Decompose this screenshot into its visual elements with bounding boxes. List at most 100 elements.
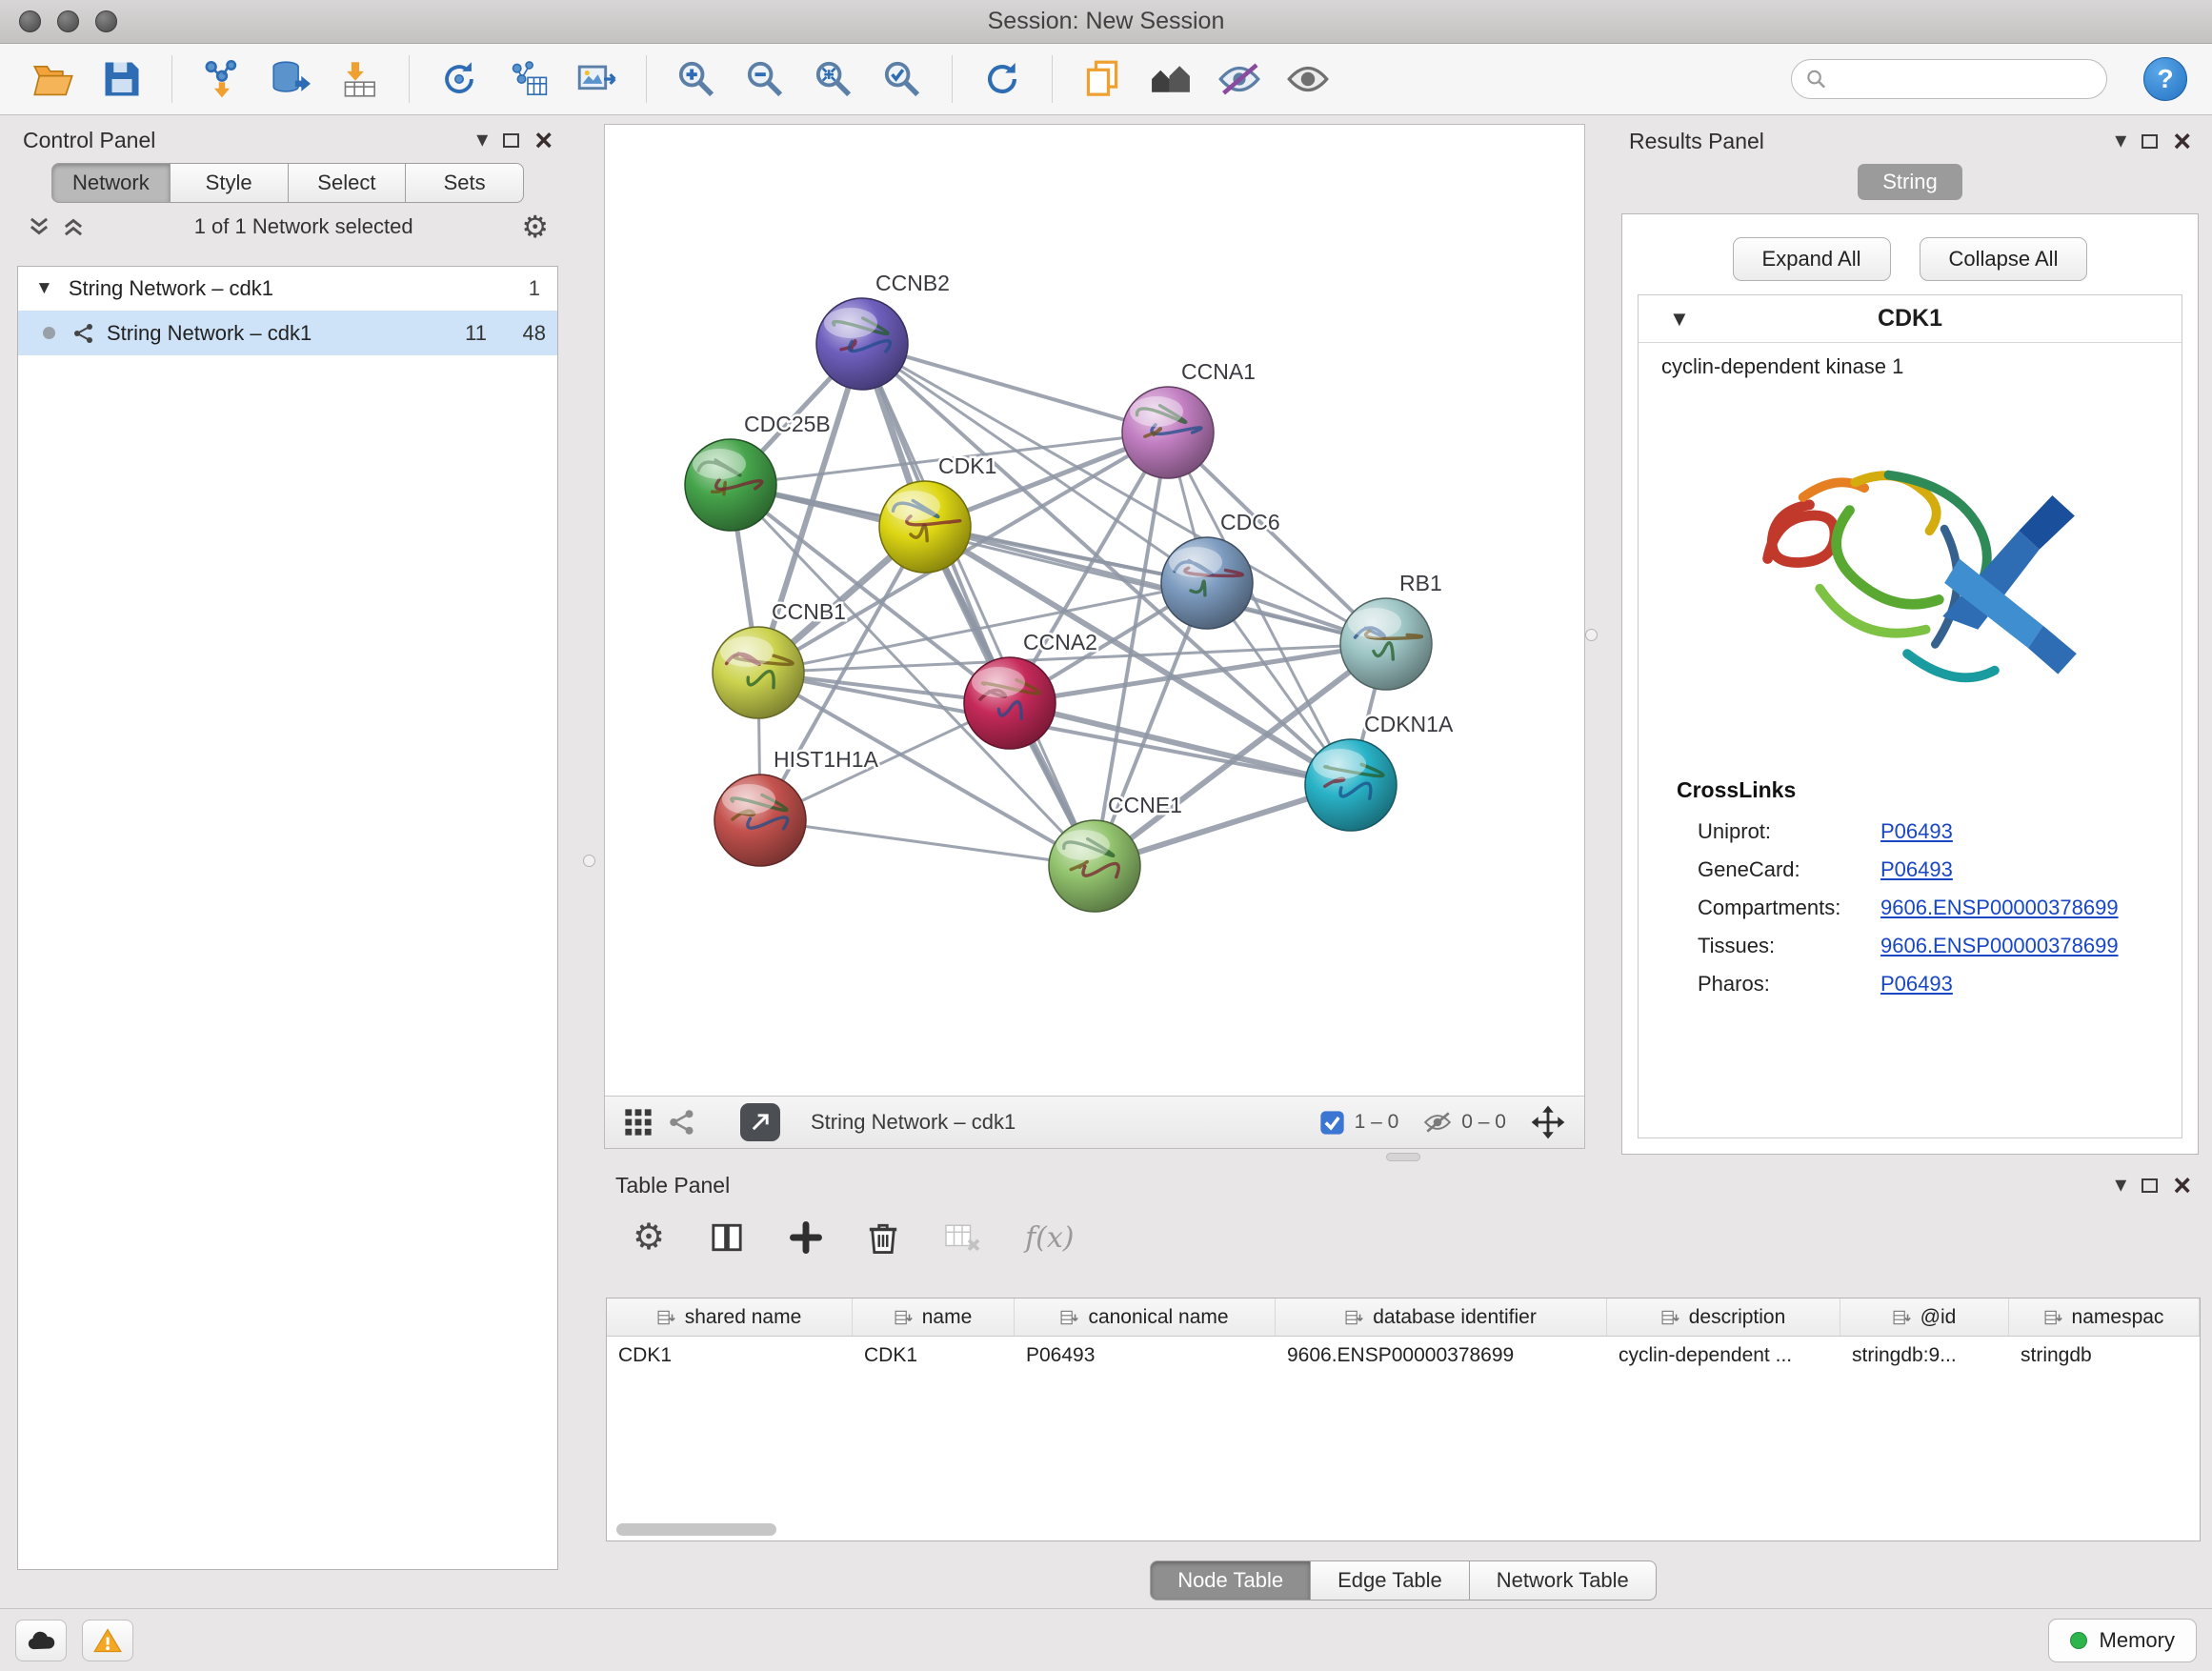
create-column-plus-icon[interactable]	[789, 1220, 823, 1255]
horizontal-splitter-handle[interactable]	[1386, 1153, 1420, 1161]
import-table-button[interactable]	[331, 50, 388, 108]
crosslink-value[interactable]: 9606.ENSP00000378699	[1880, 934, 2119, 958]
horizontal-scrollbar[interactable]	[616, 1523, 776, 1536]
network-node-CDKN1A[interactable]: CDKN1A	[1305, 712, 1454, 831]
crosslink-value[interactable]: 9606.ENSP00000378699	[1880, 896, 2119, 920]
memory-button[interactable]: Memory	[2048, 1619, 2197, 1662]
show-annotations-button[interactable]	[1279, 50, 1337, 108]
detach-view-button[interactable]	[740, 1103, 780, 1141]
column-header-shared-name[interactable]: shared name	[607, 1299, 853, 1336]
graphics-details-button[interactable]	[1142, 50, 1199, 108]
panel-menu-icon[interactable]: ▾	[2115, 1174, 2126, 1197]
refresh-view-button[interactable]	[974, 50, 1031, 108]
node-table: shared namenamecanonical namedatabase id…	[606, 1298, 2201, 1541]
right-splitter-handle[interactable]	[1585, 629, 1598, 641]
network-edge-CCNE1-HIST1H1A[interactable]	[760, 820, 1095, 866]
crosslink-value[interactable]: P06493	[1880, 819, 1953, 844]
zoom-in-button[interactable]	[668, 50, 725, 108]
table-row[interactable]: CDK1CDK1P064939606.ENSP00000378699cyclin…	[607, 1337, 2200, 1375]
show-columns-icon[interactable]	[709, 1221, 745, 1254]
network-node-RB1[interactable]: RB1	[1340, 571, 1442, 690]
collapse-all-button[interactable]: Collapse All	[1920, 237, 2088, 281]
tab-network-table[interactable]: Network Table	[1470, 1560, 1657, 1601]
network-selection-status: 1 of 1 Network selected	[95, 214, 512, 239]
tab-node-table[interactable]: Node Table	[1150, 1560, 1311, 1601]
network-row-selected[interactable]: String Network – cdk1 11 48	[18, 311, 557, 355]
help-button[interactable]: ?	[2143, 57, 2187, 101]
tab-sets[interactable]: Sets	[406, 163, 524, 203]
warnings-button[interactable]	[82, 1620, 133, 1661]
network-collection-row[interactable]: ▼ String Network – cdk1 1	[18, 267, 557, 311]
collection-count: 1	[529, 276, 540, 301]
network-node-CDK1[interactable]: CDK1	[879, 453, 996, 573]
column-header-namespac[interactable]: namespac	[2009, 1299, 2200, 1336]
crosslink-value[interactable]: P06493	[1880, 857, 1953, 882]
export-image-button[interactable]	[568, 50, 625, 108]
node-label-HIST1H1A: HIST1H1A	[774, 747, 879, 772]
tab-string[interactable]: String	[1858, 164, 1961, 200]
network-edge-CCNB2-CCNE1[interactable]	[862, 344, 1095, 866]
network-view-toolbar: String Network – cdk1 1 – 0 0 – 0	[605, 1096, 1584, 1148]
close-panel-icon[interactable]: ×	[2173, 126, 2191, 156]
save-disk-icon	[100, 59, 144, 99]
protein-section-header[interactable]: ▼ CDK1	[1639, 295, 2182, 343]
network-arrows-icon	[437, 59, 481, 99]
tree-caret-icon[interactable]: ▼	[35, 278, 53, 299]
import-network-database-button[interactable]	[262, 50, 319, 108]
main-toolbar: ?	[0, 44, 2212, 115]
hidden-eye-slash-icon[interactable]	[1423, 1110, 1452, 1135]
float-panel-icon[interactable]	[503, 133, 519, 148]
float-panel-icon[interactable]	[2142, 134, 2158, 149]
close-window-button[interactable]	[19, 10, 41, 32]
search-input[interactable]	[1835, 68, 2093, 91]
network-refresh-button[interactable]	[431, 50, 488, 108]
search-field[interactable]	[1791, 59, 2107, 99]
delete-column-trash-icon[interactable]	[867, 1219, 899, 1256]
tab-style[interactable]: Style	[171, 163, 289, 203]
save-session-button[interactable]	[93, 50, 151, 108]
panel-menu-icon[interactable]: ▾	[476, 129, 488, 151]
cloud-status-button[interactable]	[15, 1620, 67, 1661]
close-panel-icon[interactable]: ×	[534, 125, 553, 155]
close-panel-icon[interactable]: ×	[2173, 1170, 2191, 1200]
selected-checkbox-icon[interactable]	[1319, 1110, 1345, 1136]
birds-eye-grid-icon[interactable]	[624, 1108, 653, 1137]
network-node-CCNA1[interactable]: CCNA1	[1122, 359, 1256, 478]
network-node-HIST1H1A[interactable]: HIST1H1A	[714, 747, 879, 866]
network-options-gear-icon[interactable]: ⚙	[521, 211, 549, 242]
zoom-fit-button[interactable]	[805, 50, 862, 108]
column-header-database-identifier[interactable]: database identifier	[1276, 1299, 1607, 1336]
zoom-window-button[interactable]	[95, 10, 117, 32]
column-header-name[interactable]: name	[853, 1299, 1015, 1336]
network-edge-CCNB2-CCNA1[interactable]	[862, 344, 1168, 433]
float-panel-icon[interactable]	[2142, 1178, 2158, 1193]
zoom-out-button[interactable]	[736, 50, 794, 108]
minimize-window-button[interactable]	[57, 10, 79, 32]
tab-network[interactable]: Network	[51, 163, 171, 203]
network-canvas[interactable]: CCNB2CCNA1CDC25BCDK1CDC6RB1CCNB1CCNA2CDK…	[605, 125, 1584, 1096]
tab-edge-table[interactable]: Edge Table	[1311, 1560, 1470, 1601]
network-share-toggle-icon[interactable]	[668, 1108, 696, 1137]
expand-all-button[interactable]: Expand All	[1733, 237, 1891, 281]
open-session-button[interactable]	[25, 50, 82, 108]
expand-all-icon[interactable]	[61, 214, 86, 239]
string-results-box: Expand All Collapse All ▼ CDK1 cyclin-de…	[1621, 213, 2199, 1155]
section-caret-icon[interactable]: ▼	[1669, 307, 1690, 332]
panel-menu-icon[interactable]: ▾	[2115, 130, 2126, 152]
zoom-selected-button[interactable]	[874, 50, 931, 108]
pan-crosshair-icon[interactable]	[1531, 1105, 1565, 1139]
crosslink-value[interactable]: P06493	[1880, 972, 1953, 997]
copy-snapshot-button[interactable]	[1074, 50, 1131, 108]
left-splitter-handle[interactable]	[583, 855, 595, 867]
column-header-description[interactable]: description	[1607, 1299, 1840, 1336]
import-network-file-button[interactable]	[193, 50, 251, 108]
hide-annotations-button[interactable]	[1211, 50, 1268, 108]
column-header-canonical-name[interactable]: canonical name	[1015, 1299, 1276, 1336]
collapse-all-icon[interactable]	[27, 214, 51, 239]
function-builder-button[interactable]: f(x)	[1025, 1221, 1074, 1255]
table-options-gear-icon[interactable]: ⚙	[633, 1219, 665, 1256]
network-node-CCNB2[interactable]: CCNB2	[816, 271, 950, 390]
new-network-from-table-button[interactable]	[499, 50, 556, 108]
tab-select[interactable]: Select	[289, 163, 407, 203]
column-header--id[interactable]: @id	[1840, 1299, 2009, 1336]
